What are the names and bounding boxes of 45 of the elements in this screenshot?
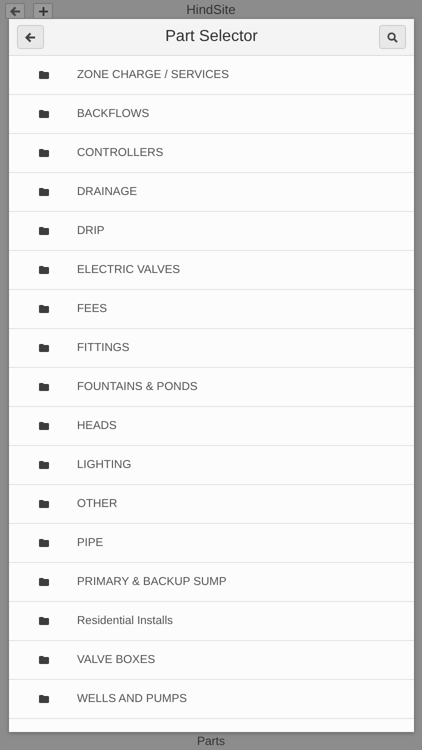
folder-icon [39, 617, 49, 625]
folder-icon [39, 383, 49, 391]
dialog-title: Part Selector [165, 28, 258, 46]
folder-icon [39, 422, 49, 430]
folder-icon [39, 344, 49, 352]
folder-icon [39, 578, 49, 586]
footer-title: Parts [196, 734, 225, 748]
list-item[interactable]: DRAINAGE [9, 173, 414, 212]
list-item[interactable]: BACKFLOWS [9, 95, 414, 134]
list-item[interactable]: LIGHTING [9, 446, 414, 485]
folder-icon [39, 656, 49, 664]
folder-icon [39, 149, 49, 157]
plus-icon [38, 6, 48, 16]
folder-icon [39, 500, 49, 508]
back-arrow-icon [25, 32, 36, 42]
list-item[interactable]: PRIMARY & BACKUP SUMP [9, 563, 414, 602]
folder-icon [39, 188, 49, 196]
list-item[interactable]: FITTINGS [9, 329, 414, 368]
search-button[interactable] [378, 25, 406, 49]
folder-icon [39, 227, 49, 235]
back-button[interactable] [17, 25, 44, 49]
folder-icon [39, 71, 49, 79]
folder-icon [39, 266, 49, 274]
app-title: HindSite [186, 3, 236, 17]
back-arrow-icon [10, 6, 20, 16]
folder-icon [39, 305, 49, 313]
folder-icon [39, 695, 49, 703]
list-item[interactable]: CONTROLLERS [9, 134, 414, 173]
list-item[interactable]: WELLS AND PUMPS [9, 680, 414, 719]
list-item[interactable]: ZONE CHARGE / SERVICES [9, 56, 414, 95]
add-button[interactable] [33, 3, 53, 19]
list-item[interactable]: VALVE BOXES [9, 641, 414, 680]
list-item[interactable]: Residential Installs [9, 602, 414, 641]
folder-icon [39, 539, 49, 547]
back-button[interactable] [5, 3, 25, 19]
list-item[interactable]: DRIP [9, 212, 414, 251]
list-item[interactable]: HEADS [9, 407, 414, 446]
list-item[interactable]: PIPE [9, 524, 414, 563]
list-item[interactable]: OTHER [9, 485, 414, 524]
list-item[interactable]: ELECTRIC VALVES [9, 251, 414, 290]
list-item[interactable]: FOUNTAINS & PONDS [9, 368, 414, 407]
folder-icon [39, 110, 49, 118]
search-icon [386, 32, 398, 42]
folder-icon [39, 461, 49, 469]
list-item[interactable]: FEES [9, 290, 414, 329]
